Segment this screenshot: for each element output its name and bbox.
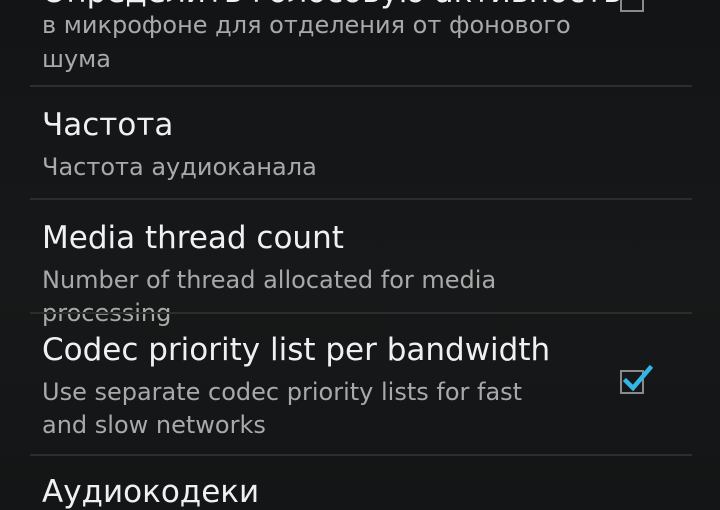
pref-audio-codecs[interactable]: Аудиокодеки	[0, 456, 720, 510]
pref-audio-codecs-title: Аудиокодеки	[42, 474, 260, 510]
pref-codec-priority-summary: Use separate codec priority lists for fa…	[42, 378, 523, 439]
codec-priority-checkbox[interactable]	[620, 364, 654, 394]
settings-screen: в микрофоне для отделения от фонового шу…	[0, 0, 720, 510]
pref-codec-priority[interactable]: Codec priority list per bandwidth Use se…	[0, 314, 720, 454]
pref-media-thread-count-title: Media thread count	[42, 220, 344, 256]
pref-voice-activity-summary: в микрофоне для отделения от фонового шу…	[42, 11, 571, 73]
pref-frequency-title: Частота	[42, 107, 174, 143]
voice-activity-checkbox[interactable]	[620, 0, 644, 12]
pref-media-thread-count[interactable]: Media thread count Number of thread allo…	[0, 200, 720, 327]
pref-frequency[interactable]: Частота Частота аудиоканала	[0, 87, 720, 199]
pref-voice-activity[interactable]: в микрофоне для отделения от фонового шу…	[0, 0, 720, 86]
check-icon	[622, 364, 654, 392]
pref-codec-priority-title: Codec priority list per bandwidth	[42, 332, 551, 368]
pref-frequency-summary: Частота аудиоканала	[42, 153, 317, 181]
pref-voice-activity-title: Определить голосовую активность	[42, 0, 621, 10]
